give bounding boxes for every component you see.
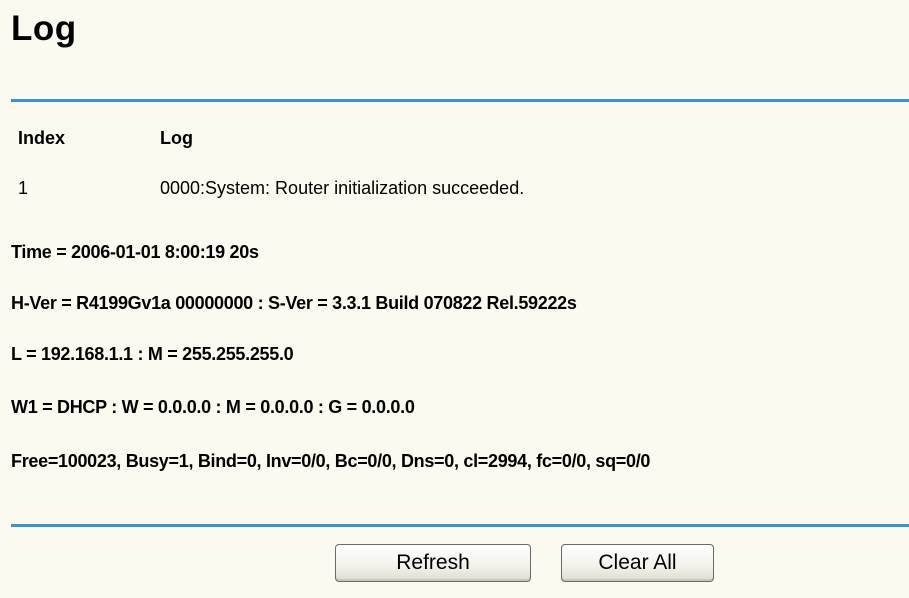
page-title: Log xyxy=(11,9,77,48)
system-stats: Free=100023, Busy=1, Bind=0, Inv=0/0, Bc… xyxy=(11,451,651,471)
refresh-button[interactable]: Refresh xyxy=(335,544,531,582)
top-divider xyxy=(11,99,909,102)
version-info: H-Ver = R4199Gv1a 00000000 : S-Ver = 3.3… xyxy=(11,293,577,313)
wan-info: W1 = DHCP : W = 0.0.0.0 : M = 0.0.0.0 : … xyxy=(11,397,415,417)
bottom-divider xyxy=(11,524,909,527)
log-index-cell: 1 xyxy=(18,178,29,198)
log-message-cell: 0000:System: Router initialization succe… xyxy=(160,178,525,198)
lan-info: L = 192.168.1.1 : M = 255.255.255.0 xyxy=(11,344,294,364)
clear-all-button[interactable]: Clear All xyxy=(561,544,714,582)
table-row: 1 0000:System: Router initialization suc… xyxy=(11,178,891,214)
index-column-header: Index xyxy=(18,128,66,148)
system-time: Time = 2006-01-01 8:00:19 20s xyxy=(11,242,259,262)
log-column-header: Log xyxy=(160,128,193,148)
log-table: Index Log 1 0000:System: Router initiali… xyxy=(11,128,891,214)
log-table-header: Index Log xyxy=(11,128,891,164)
log-page: Log Index Log 1 0000:System: Router init… xyxy=(0,0,909,598)
